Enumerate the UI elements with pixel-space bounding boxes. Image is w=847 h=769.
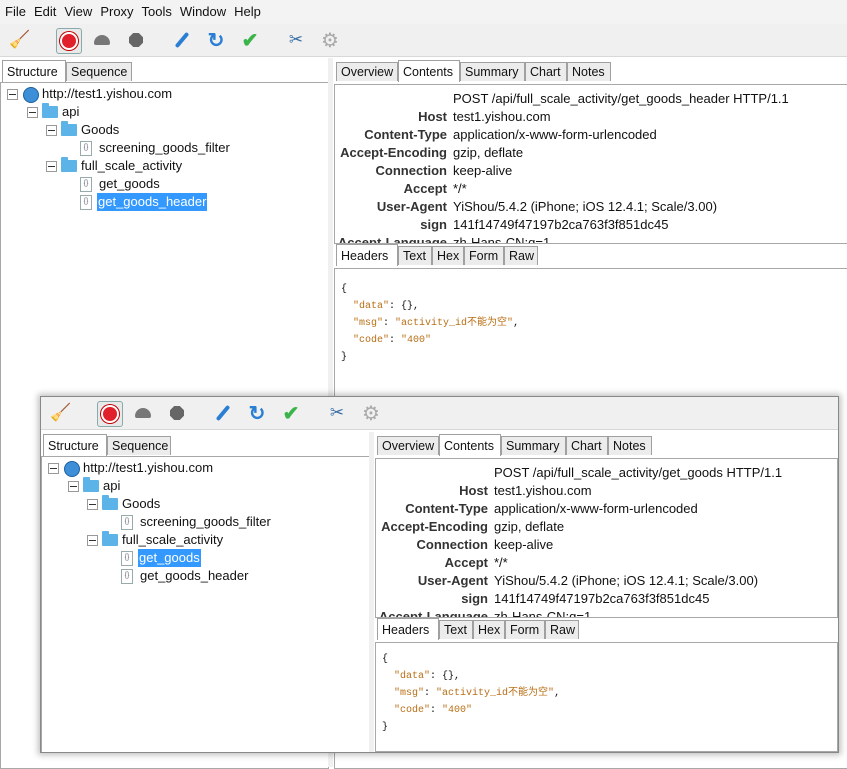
header-row: Accept-Encoding gzip, deflate [340,145,524,160]
header-row: Accept */* [403,181,467,196]
tab-text[interactable]: Text [439,620,473,639]
folder-icon [102,495,118,510]
gear-icon[interactable]: ⚙ [318,28,342,52]
menu-file[interactable]: File [0,0,29,19]
splitter[interactable] [369,432,374,752]
tab-raw[interactable]: Raw [504,246,538,265]
inspector-tabs: Overview Contents Summary Chart Notes [377,434,837,456]
tab-form[interactable]: Form [464,246,504,265]
record-icon[interactable] [56,28,82,54]
inspector-tabs: Overview Contents Summary Chart Notes [336,60,847,82]
tab-contents[interactable]: Contents [439,434,501,456]
header-row: sign 141f14749f47197b2ca763f3f851dc45 [420,217,669,232]
folder-icon [102,531,118,546]
tab-summary[interactable]: Summary [460,62,525,81]
broom-icon[interactable]: 🧹 [49,401,73,425]
tab-text[interactable]: Text [398,246,432,265]
header-row: Host test1.yishou.com [418,109,551,124]
folder-icon [42,103,58,118]
header-row: Connection keep-alive [416,537,554,552]
tab-headers[interactable]: Headers [336,244,398,266]
file-icon: {} [80,177,92,192]
tab-structure[interactable]: Structure [43,434,107,456]
tab-notes[interactable]: Notes [567,62,611,81]
tab-contents[interactable]: Contents [398,60,460,82]
header-row: Accept-Language zh-Hans-CN;q=1 [378,609,592,618]
tab-raw[interactable]: Raw [545,620,579,639]
file-icon: {} [80,195,92,210]
globe-icon [23,87,39,103]
file-icon: {} [121,569,133,584]
turtle-icon[interactable] [131,401,155,425]
tools-icon[interactable]: ✂ [325,401,349,425]
header-row: Connection keep-alive [375,163,513,178]
header-row: User-Agent YiShou/5.4.2 (iPhone; iOS 12.4… [376,199,718,214]
header-row: sign 141f14749f47197b2ca763f3f851dc45 [461,591,710,606]
header-row: Content-Type application/x-www-form-urlen… [405,501,698,516]
file-icon: {} [80,141,92,156]
response-tabs: Headers Text Hex Form Raw [377,618,837,640]
folder-icon [83,477,99,492]
structure-tree: http://test1.yishou.com api Goods {} scr… [41,456,370,752]
menu-view[interactable]: View [59,0,95,19]
response-tabs: Headers Text Hex Form Raw [336,244,847,266]
request-headers-pane: POST /api/full_scale_activity/get_goods_… [334,84,847,244]
check-icon[interactable]: ✔ [279,401,303,425]
file-icon: {} [121,515,133,530]
broom-icon[interactable]: 🧹 [8,28,32,52]
folder-icon [61,121,77,136]
pen-icon[interactable] [170,28,194,52]
refresh-icon[interactable]: ↻ [204,28,228,52]
tools-icon[interactable]: ✂ [284,28,308,52]
pen-icon[interactable] [211,401,235,425]
structure-tabs: Structure Sequence [43,434,369,456]
tab-summary[interactable]: Summary [501,436,566,455]
request-line: POST /api/full_scale_activity/get_goods_… [453,91,789,106]
request-headers-pane: POST /api/full_scale_activity/get_goods … [375,458,838,618]
tab-chart[interactable]: Chart [525,62,567,81]
json-body: { "data": {}, "msg": "activity_id不能为空", … [341,284,520,363]
structure-tabs: Structure Sequence [2,60,328,82]
tab-sequence[interactable]: Sequence [66,62,132,81]
check-icon[interactable]: ✔ [238,28,262,52]
request-line: POST /api/full_scale_activity/get_goods … [494,465,783,480]
tab-chart[interactable]: Chart [566,436,608,455]
tab-overview[interactable]: Overview [336,62,398,81]
menu-edit[interactable]: Edit [29,0,59,19]
menu-help[interactable]: Help [229,0,264,19]
tab-hex[interactable]: Hex [432,246,464,265]
record-icon[interactable] [97,401,123,427]
header-row: Accept-Language zh-Hans-CN;q=1 [337,235,551,244]
response-body-pane: { "data": {}, "msg": "activity_id不能为空", … [375,642,838,752]
tab-structure[interactable]: Structure [2,60,66,82]
toolbar: 🧹 ↻ ✔ ✂ ⚙ [0,24,847,57]
stop-icon[interactable] [165,401,189,425]
tab-hex[interactable]: Hex [473,620,505,639]
menu-tools[interactable]: Tools [137,0,175,19]
header-row: Content-Type application/x-www-form-urlen… [364,127,657,142]
gear-icon[interactable]: ⚙ [359,401,383,425]
globe-icon [64,461,80,477]
folder-icon [61,157,77,172]
tab-sequence[interactable]: Sequence [107,436,171,455]
header-row: Accept-Encoding gzip, deflate [381,519,565,534]
json-body: { "data": {}, "msg": "activity_id不能为空", … [382,654,561,733]
tab-overview[interactable]: Overview [377,436,439,455]
tab-form[interactable]: Form [505,620,545,639]
file-icon: {} [121,551,133,566]
header-row: Accept */* [444,555,508,570]
header-row: Host test1.yishou.com [459,483,592,498]
header-row: User-Agent YiShou/5.4.2 (iPhone; iOS 12.4… [417,573,759,588]
menu-window[interactable]: Window [175,0,229,19]
menu-bar: File Edit View Proxy Tools Window Help [0,0,847,24]
toolbar: 🧹 ↻ ✔ ✂ ⚙ [41,397,838,430]
menu-proxy[interactable]: Proxy [95,0,136,19]
stop-icon[interactable] [124,28,148,52]
tab-notes[interactable]: Notes [608,436,652,455]
turtle-icon[interactable] [90,28,114,52]
tab-headers[interactable]: Headers [377,618,439,640]
refresh-icon[interactable]: ↻ [245,401,269,425]
second-window: 🧹 ↻ ✔ ✂ ⚙ Structure Sequence http://test… [40,396,839,753]
